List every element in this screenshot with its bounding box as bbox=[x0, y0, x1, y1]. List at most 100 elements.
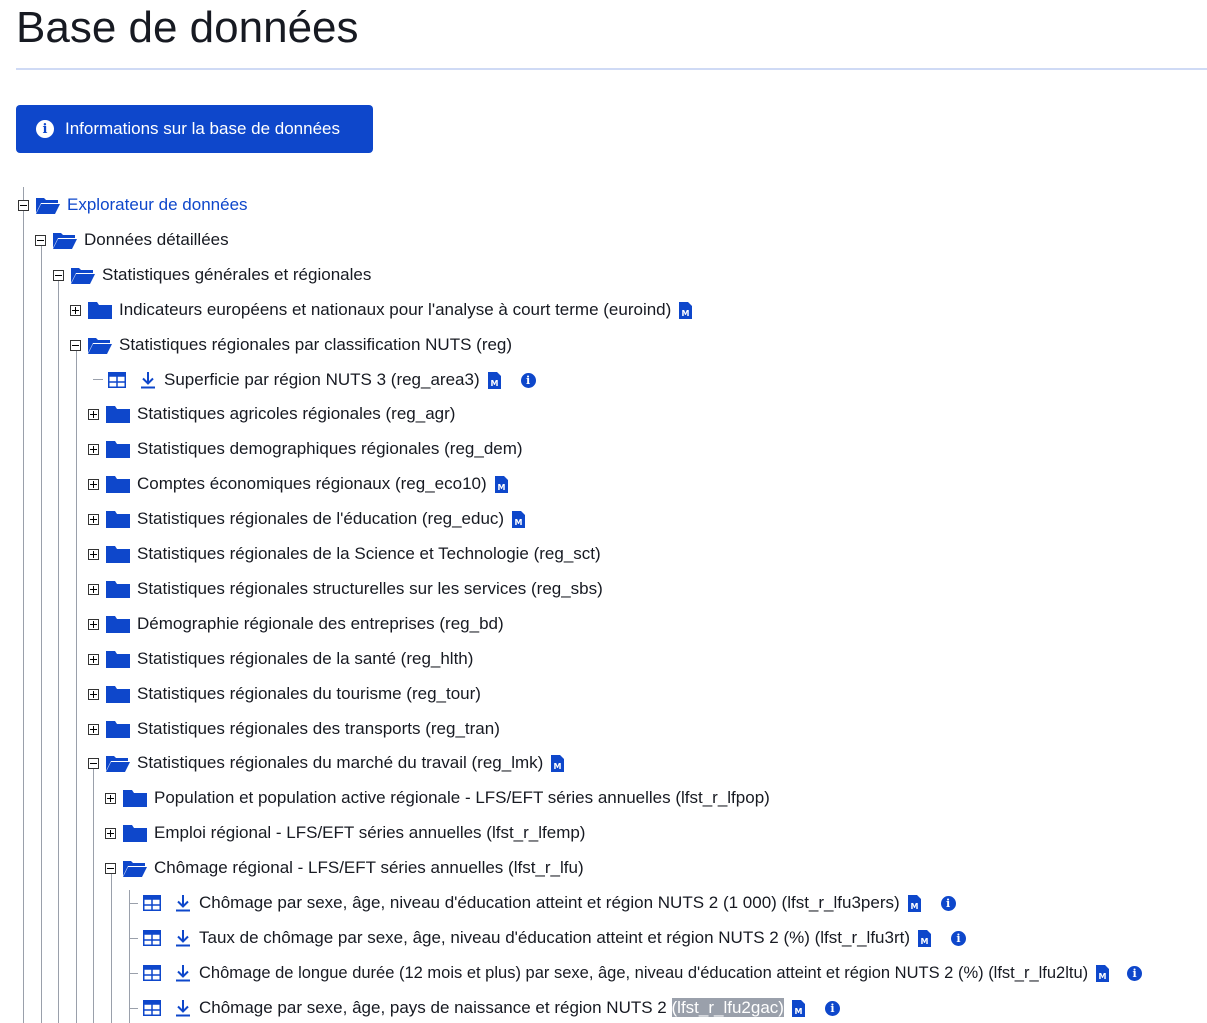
expand-toggle[interactable] bbox=[88, 408, 99, 420]
expand-toggle[interactable] bbox=[88, 443, 99, 455]
tree-node-label[interactable]: Emploi régional - LFS/EFT séries annuell… bbox=[154, 823, 585, 843]
expand-toggle[interactable] bbox=[88, 653, 99, 665]
download-icon[interactable] bbox=[175, 964, 191, 982]
dataset-code: (reg_area3) bbox=[390, 370, 480, 389]
tree-node-label[interactable]: Chômage régional - LFS/EFT séries annuel… bbox=[154, 858, 584, 878]
folder-open-icon bbox=[53, 233, 77, 249]
svg-text:M: M bbox=[490, 379, 498, 388]
dataset-label[interactable]: Chômage par sexe, âge, niveau d'éducatio… bbox=[199, 893, 900, 913]
folder-open-icon bbox=[36, 198, 60, 214]
folder-icon bbox=[106, 546, 130, 563]
expand-toggle[interactable] bbox=[70, 304, 81, 316]
table-icon[interactable] bbox=[143, 1000, 161, 1016]
collapse-toggle[interactable] bbox=[35, 234, 46, 246]
tree-branch-line bbox=[130, 903, 138, 904]
info-icon[interactable]: i bbox=[824, 1000, 840, 1016]
expand-toggle[interactable] bbox=[105, 792, 116, 804]
tree-guide-line bbox=[23, 211, 24, 1023]
metadata-file-icon[interactable]: M bbox=[791, 999, 805, 1017]
expand-toggle[interactable] bbox=[88, 478, 99, 490]
tree-branch-line bbox=[130, 973, 138, 974]
tree-node-reg-child: Statistiques régionales des transports (… bbox=[88, 715, 500, 743]
tree-guide-line bbox=[58, 281, 59, 1023]
collapse-toggle[interactable] bbox=[70, 339, 81, 351]
expand-toggle[interactable] bbox=[88, 688, 99, 700]
tree-node-label[interactable]: Indicateurs européens et nationaux pour … bbox=[119, 300, 671, 320]
download-icon[interactable] bbox=[175, 999, 191, 1017]
folder-open-icon bbox=[88, 338, 112, 354]
tree-node-label[interactable]: Statistiques régionales des transports (… bbox=[137, 719, 500, 739]
folder-icon bbox=[106, 476, 130, 493]
svg-text:M: M bbox=[910, 902, 918, 911]
download-icon[interactable] bbox=[175, 929, 191, 947]
metadata-file-icon[interactable]: M bbox=[512, 510, 526, 528]
metadata-file-icon[interactable]: M bbox=[918, 929, 932, 947]
collapse-toggle[interactable] bbox=[53, 269, 64, 281]
download-icon[interactable] bbox=[140, 371, 156, 389]
tree-node-label[interactable]: Statistiques régionales du marché du tra… bbox=[137, 753, 543, 773]
metadata-file-icon[interactable]: M bbox=[551, 754, 565, 772]
tree-node-reg-child: Comptes économiques régionaux (reg_eco10… bbox=[88, 470, 508, 498]
info-circle-icon: i bbox=[36, 120, 54, 138]
expand-toggle[interactable] bbox=[88, 513, 99, 525]
tree-root-link[interactable]: Explorateur de données bbox=[67, 195, 248, 215]
metadata-file-icon[interactable]: M bbox=[494, 475, 508, 493]
tree-node-label[interactable]: Statistiques régionales par classificati… bbox=[119, 335, 512, 355]
expand-toggle[interactable] bbox=[88, 723, 99, 735]
svg-text:M: M bbox=[794, 1007, 802, 1016]
info-icon[interactable]: i bbox=[951, 930, 967, 946]
metadata-file-icon[interactable]: M bbox=[487, 371, 501, 389]
tree-node-general-regional: Statistiques générales et régionales bbox=[53, 261, 371, 289]
tree-node-euroind: Indicateurs européens et nationaux pour … bbox=[70, 296, 693, 324]
info-icon[interactable]: i bbox=[1127, 965, 1143, 981]
tree-node-reg-child: Statistiques régionales de la santé (reg… bbox=[88, 645, 473, 673]
tree-node-label[interactable]: Statistiques régionales de l'éducation (… bbox=[137, 509, 504, 529]
tree-node-label[interactable]: Statistiques régionales de la santé (reg… bbox=[137, 649, 473, 669]
tree-node-label[interactable]: Statistiques régionales structurelles su… bbox=[137, 579, 603, 599]
info-icon[interactable]: i bbox=[940, 895, 956, 911]
expand-toggle[interactable] bbox=[88, 548, 99, 560]
metadata-file-icon[interactable]: M bbox=[1096, 964, 1110, 982]
table-icon[interactable] bbox=[143, 965, 161, 981]
folder-icon bbox=[123, 825, 147, 842]
tree-node-reg-child: Statistiques régionales structurelles su… bbox=[88, 575, 603, 603]
collapse-toggle[interactable] bbox=[88, 757, 99, 769]
tree-node-label[interactable]: Statistiques régionales du tourisme (reg… bbox=[137, 684, 481, 704]
expand-toggle[interactable] bbox=[88, 583, 99, 595]
dataset-label[interactable]: Chômage par sexe, âge, pays de naissance… bbox=[199, 998, 784, 1018]
tree-node-label[interactable]: Statistiques régionales de la Science et… bbox=[137, 544, 601, 564]
database-info-button[interactable]: i Informations sur la base de données bbox=[16, 105, 373, 153]
tree-branch-line bbox=[93, 379, 103, 380]
tree-node-reg-child: Démographie régionale des entreprises (r… bbox=[88, 610, 504, 638]
tree-node-label[interactable]: Population et population active régional… bbox=[154, 788, 770, 808]
tree-guide-line bbox=[111, 874, 112, 1023]
dataset-label[interactable]: Taux de chômage par sexe, âge, niveau d'… bbox=[199, 928, 910, 948]
tree-branch-line bbox=[130, 938, 138, 939]
tree-node-lfemp: Emploi régional - LFS/EFT séries annuell… bbox=[105, 819, 585, 847]
tree-node-label[interactable]: Statistiques agricoles régionales (reg_a… bbox=[137, 404, 455, 424]
tree-node-label[interactable]: Démographie régionale des entreprises (r… bbox=[137, 614, 504, 634]
expand-toggle[interactable] bbox=[88, 618, 99, 630]
tree-node-label[interactable]: Statistiques demographiques régionales (… bbox=[137, 439, 523, 459]
tree-node-lfpop: Population et population active régional… bbox=[105, 784, 770, 812]
tree-node-label[interactable]: Comptes économiques régionaux (reg_eco10… bbox=[137, 474, 487, 494]
collapse-toggle[interactable] bbox=[105, 862, 116, 874]
table-icon[interactable] bbox=[143, 930, 161, 946]
dataset-title: Superficie par région NUTS 3 bbox=[164, 370, 391, 389]
table-icon[interactable] bbox=[108, 372, 126, 388]
download-icon[interactable] bbox=[175, 894, 191, 912]
tree-node-label[interactable]: Données détaillées bbox=[84, 230, 229, 250]
collapse-toggle[interactable] bbox=[18, 199, 29, 211]
folder-icon bbox=[123, 790, 147, 807]
tree-guide-line bbox=[76, 351, 77, 1023]
tree-guide-line bbox=[129, 890, 130, 1023]
metadata-file-icon[interactable]: M bbox=[679, 301, 693, 319]
dataset-row: Chômage par sexe, âge, niveau d'éducatio… bbox=[143, 889, 956, 917]
table-icon[interactable] bbox=[143, 895, 161, 911]
expand-toggle[interactable] bbox=[105, 827, 116, 839]
info-icon[interactable]: i bbox=[520, 372, 536, 388]
tree-node-label[interactable]: Statistiques générales et régionales bbox=[102, 265, 371, 285]
dataset-label[interactable]: Chômage de longue durée (12 mois et plus… bbox=[199, 963, 1088, 983]
dataset-label[interactable]: Superficie par région NUTS 3 (reg_area3) bbox=[164, 370, 480, 390]
metadata-file-icon[interactable]: M bbox=[907, 894, 921, 912]
